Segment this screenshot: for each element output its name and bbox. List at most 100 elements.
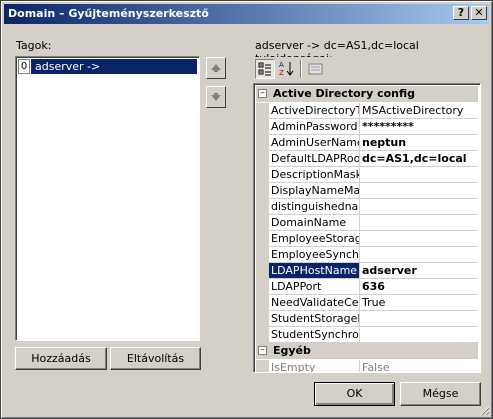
property-value[interactable] — [360, 327, 478, 343]
grid-gutter — [256, 151, 269, 167]
help-button[interactable]: ? — [453, 6, 469, 20]
property-value[interactable]: MSActiveDirectory — [360, 103, 478, 119]
property-value[interactable]: False — [360, 360, 478, 372]
property-value[interactable]: 636 — [360, 279, 478, 295]
collapse-icon[interactable]: – — [258, 346, 267, 355]
category-name: Egyéb — [269, 343, 478, 359]
property-name[interactable]: DefaultLDAPRoot — [269, 151, 360, 167]
property-grid-toolbar: A Z — [253, 57, 481, 81]
grid-gutter — [256, 327, 269, 343]
property-value[interactable]: True — [360, 295, 478, 311]
property-row[interactable]: distinguishedname — [256, 199, 478, 215]
list-item-label[interactable]: adserver -> dc=AS1,dc=local — [31, 59, 197, 88]
property-row[interactable]: StudentSynchronP — [256, 327, 478, 343]
property-name[interactable]: DescriptionMask — [269, 167, 360, 183]
property-row[interactable]: DescriptionMask — [256, 167, 478, 183]
members-label: Tagok: — [16, 39, 52, 52]
property-value[interactable] — [360, 247, 478, 263]
grid-gutter — [256, 103, 269, 119]
add-button[interactable]: Hozzáadás — [15, 347, 107, 370]
property-row[interactable]: IsEmpty False — [256, 360, 478, 372]
property-name[interactable]: DomainName — [269, 215, 360, 231]
property-row[interactable]: AdminUserName neptun — [256, 135, 478, 151]
property-category[interactable]: – Active Directory config — [256, 86, 478, 102]
property-name[interactable]: ActiveDirectoryType — [269, 103, 360, 119]
move-up-button[interactable] — [206, 57, 226, 79]
property-row[interactable]: StudentStoragePa — [256, 311, 478, 327]
property-name[interactable]: StudentStoragePa — [269, 311, 360, 327]
property-row[interactable]: NeedValidateCertiTrue — [256, 295, 478, 311]
alphabetical-sort-icon: A Z — [279, 61, 294, 77]
property-value[interactable] — [360, 215, 478, 231]
property-row[interactable]: EmployeeSynchron — [256, 247, 478, 263]
property-row[interactable]: DomainName — [256, 215, 478, 231]
grid-gutter — [256, 167, 269, 183]
property-name[interactable]: NeedValidateCerti — [269, 295, 360, 311]
property-name[interactable]: DisplayNameMask — [269, 183, 360, 199]
categorized-view-button[interactable] — [255, 59, 275, 79]
alphabetical-sort-button[interactable]: A Z — [277, 59, 297, 79]
property-name[interactable]: AdminUserName — [269, 135, 360, 151]
property-row[interactable]: DefaultLDAPRoot dc=AS1,dc=local — [256, 151, 478, 167]
close-button[interactable]: ✕ — [471, 6, 487, 20]
property-value[interactable]: neptun — [360, 135, 478, 151]
property-row[interactable]: DisplayNameMask — [256, 183, 478, 199]
grid-gutter — [256, 215, 269, 231]
grid-gutter: – — [256, 86, 269, 102]
move-down-button[interactable] — [206, 86, 226, 108]
property-value[interactable] — [360, 167, 478, 183]
property-pages-icon — [308, 63, 323, 75]
remove-button[interactable]: Eltávolítás — [110, 347, 201, 370]
property-value[interactable] — [360, 311, 478, 327]
property-value[interactable]: dc=AS1,dc=local — [360, 151, 478, 167]
ok-button[interactable]: OK — [314, 382, 395, 406]
grid-gutter — [256, 231, 269, 247]
grid-gutter — [256, 119, 269, 135]
property-name[interactable]: distinguishedname — [269, 199, 360, 215]
up-arrow-icon — [211, 64, 221, 72]
property-row[interactable]: ActiveDirectoryTypeMSActiveDirectory — [256, 103, 478, 119]
members-listbox[interactable]: 0 adserver -> dc=AS1,dc=local — [15, 56, 200, 341]
grid-gutter — [256, 279, 269, 295]
svg-text:A: A — [279, 61, 284, 69]
property-name[interactable]: EmployeeStorageP — [269, 231, 360, 247]
grid-gutter — [256, 263, 269, 279]
property-category[interactable]: – Egyéb — [256, 343, 478, 359]
property-name[interactable]: StudentSynchronP — [269, 327, 360, 343]
property-value[interactable]: adserver — [360, 263, 478, 279]
grid-gutter — [256, 360, 269, 372]
categorized-view-icon — [258, 62, 271, 76]
grid-gutter — [256, 311, 269, 327]
property-name[interactable]: LDAPPort — [269, 279, 360, 295]
down-arrow-icon — [211, 93, 221, 101]
grid-gutter — [256, 199, 269, 215]
collapse-icon[interactable]: – — [258, 89, 267, 98]
collection-editor-dialog: Domain – Gyűjteményszerkesztő ? ✕ Tagok:… — [0, 0, 493, 419]
property-name[interactable]: IsEmpty — [269, 360, 360, 372]
list-item-index: 0 — [18, 59, 30, 74]
svg-text:Z: Z — [279, 69, 284, 76]
grid-gutter — [256, 183, 269, 199]
property-value[interactable] — [360, 199, 478, 215]
grid-gutter — [256, 247, 269, 263]
property-row[interactable]: LDAPHostName adserver — [256, 263, 478, 279]
property-name[interactable]: AdminPassword — [269, 119, 360, 135]
window-title: Domain – Gyűjteményszerkesztő — [8, 7, 209, 20]
property-value[interactable] — [360, 231, 478, 247]
title-bar: Domain – Gyűjteményszerkesztő — [4, 4, 489, 24]
toolbar-separator — [300, 60, 302, 78]
property-value[interactable]: ********* — [360, 119, 478, 135]
property-value[interactable] — [360, 183, 478, 199]
property-name[interactable]: LDAPHostName — [269, 263, 360, 279]
property-row[interactable]: AdminPassword ********* — [256, 119, 478, 135]
property-name[interactable]: EmployeeSynchron — [269, 247, 360, 263]
list-item[interactable]: 0 adserver -> dc=AS1,dc=local — [18, 59, 197, 88]
grid-gutter — [256, 295, 269, 311]
grid-gutter: – — [256, 343, 269, 359]
cancel-button[interactable]: Mégse — [400, 382, 481, 406]
property-row[interactable]: LDAPPort 636 — [256, 279, 478, 295]
property-row[interactable]: EmployeeStorageP — [256, 231, 478, 247]
property-pages-button[interactable] — [306, 59, 326, 79]
resize-grip-icon[interactable] — [480, 406, 490, 416]
property-grid[interactable]: – Active Directory config ActiveDirectoryT… — [253, 83, 481, 373]
